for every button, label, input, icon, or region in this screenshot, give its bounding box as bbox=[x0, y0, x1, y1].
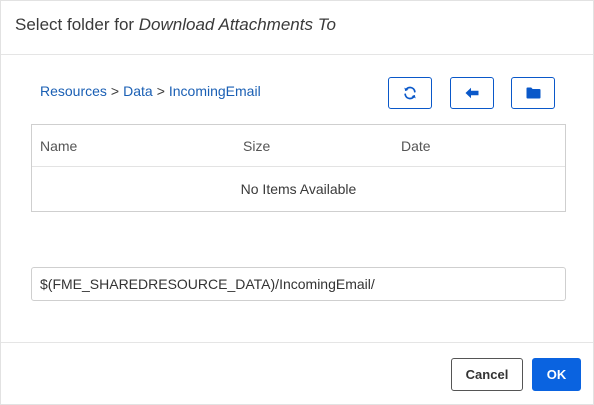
empty-message: No Items Available bbox=[240, 181, 357, 197]
ok-button[interactable]: OK bbox=[532, 358, 581, 391]
folder-path-input[interactable] bbox=[31, 267, 566, 301]
dialog-title-prefix: Select folder for bbox=[15, 15, 139, 34]
column-header-size[interactable]: Size bbox=[243, 138, 270, 154]
cancel-button[interactable]: Cancel bbox=[451, 358, 523, 391]
arrow-left-icon bbox=[465, 87, 479, 99]
dialog-header: Select folder for Download Attachments T… bbox=[1, 1, 593, 55]
breadcrumb-item-resources[interactable]: Resources bbox=[40, 83, 107, 99]
back-button[interactable] bbox=[450, 77, 494, 109]
folder-icon bbox=[526, 87, 541, 99]
breadcrumb-separator: > bbox=[156, 83, 165, 99]
file-table: Name Size Date No Items Available bbox=[31, 124, 566, 212]
breadcrumb: Resources > Data > IncomingEmail bbox=[40, 83, 261, 99]
table-header: Name Size Date bbox=[32, 125, 565, 167]
column-header-date[interactable]: Date bbox=[401, 138, 431, 154]
breadcrumb-item-data[interactable]: Data bbox=[123, 83, 153, 99]
new-folder-button[interactable] bbox=[511, 77, 555, 109]
column-header-name[interactable]: Name bbox=[40, 138, 77, 154]
refresh-button[interactable] bbox=[388, 77, 432, 109]
breadcrumb-separator: > bbox=[110, 83, 120, 99]
refresh-icon bbox=[403, 86, 417, 100]
breadcrumb-item-incomingemail[interactable]: IncomingEmail bbox=[169, 83, 261, 99]
dialog-title-target: Download Attachments To bbox=[138, 15, 336, 34]
select-folder-dialog: Select folder for Download Attachments T… bbox=[0, 0, 594, 405]
footer-divider bbox=[1, 342, 593, 343]
